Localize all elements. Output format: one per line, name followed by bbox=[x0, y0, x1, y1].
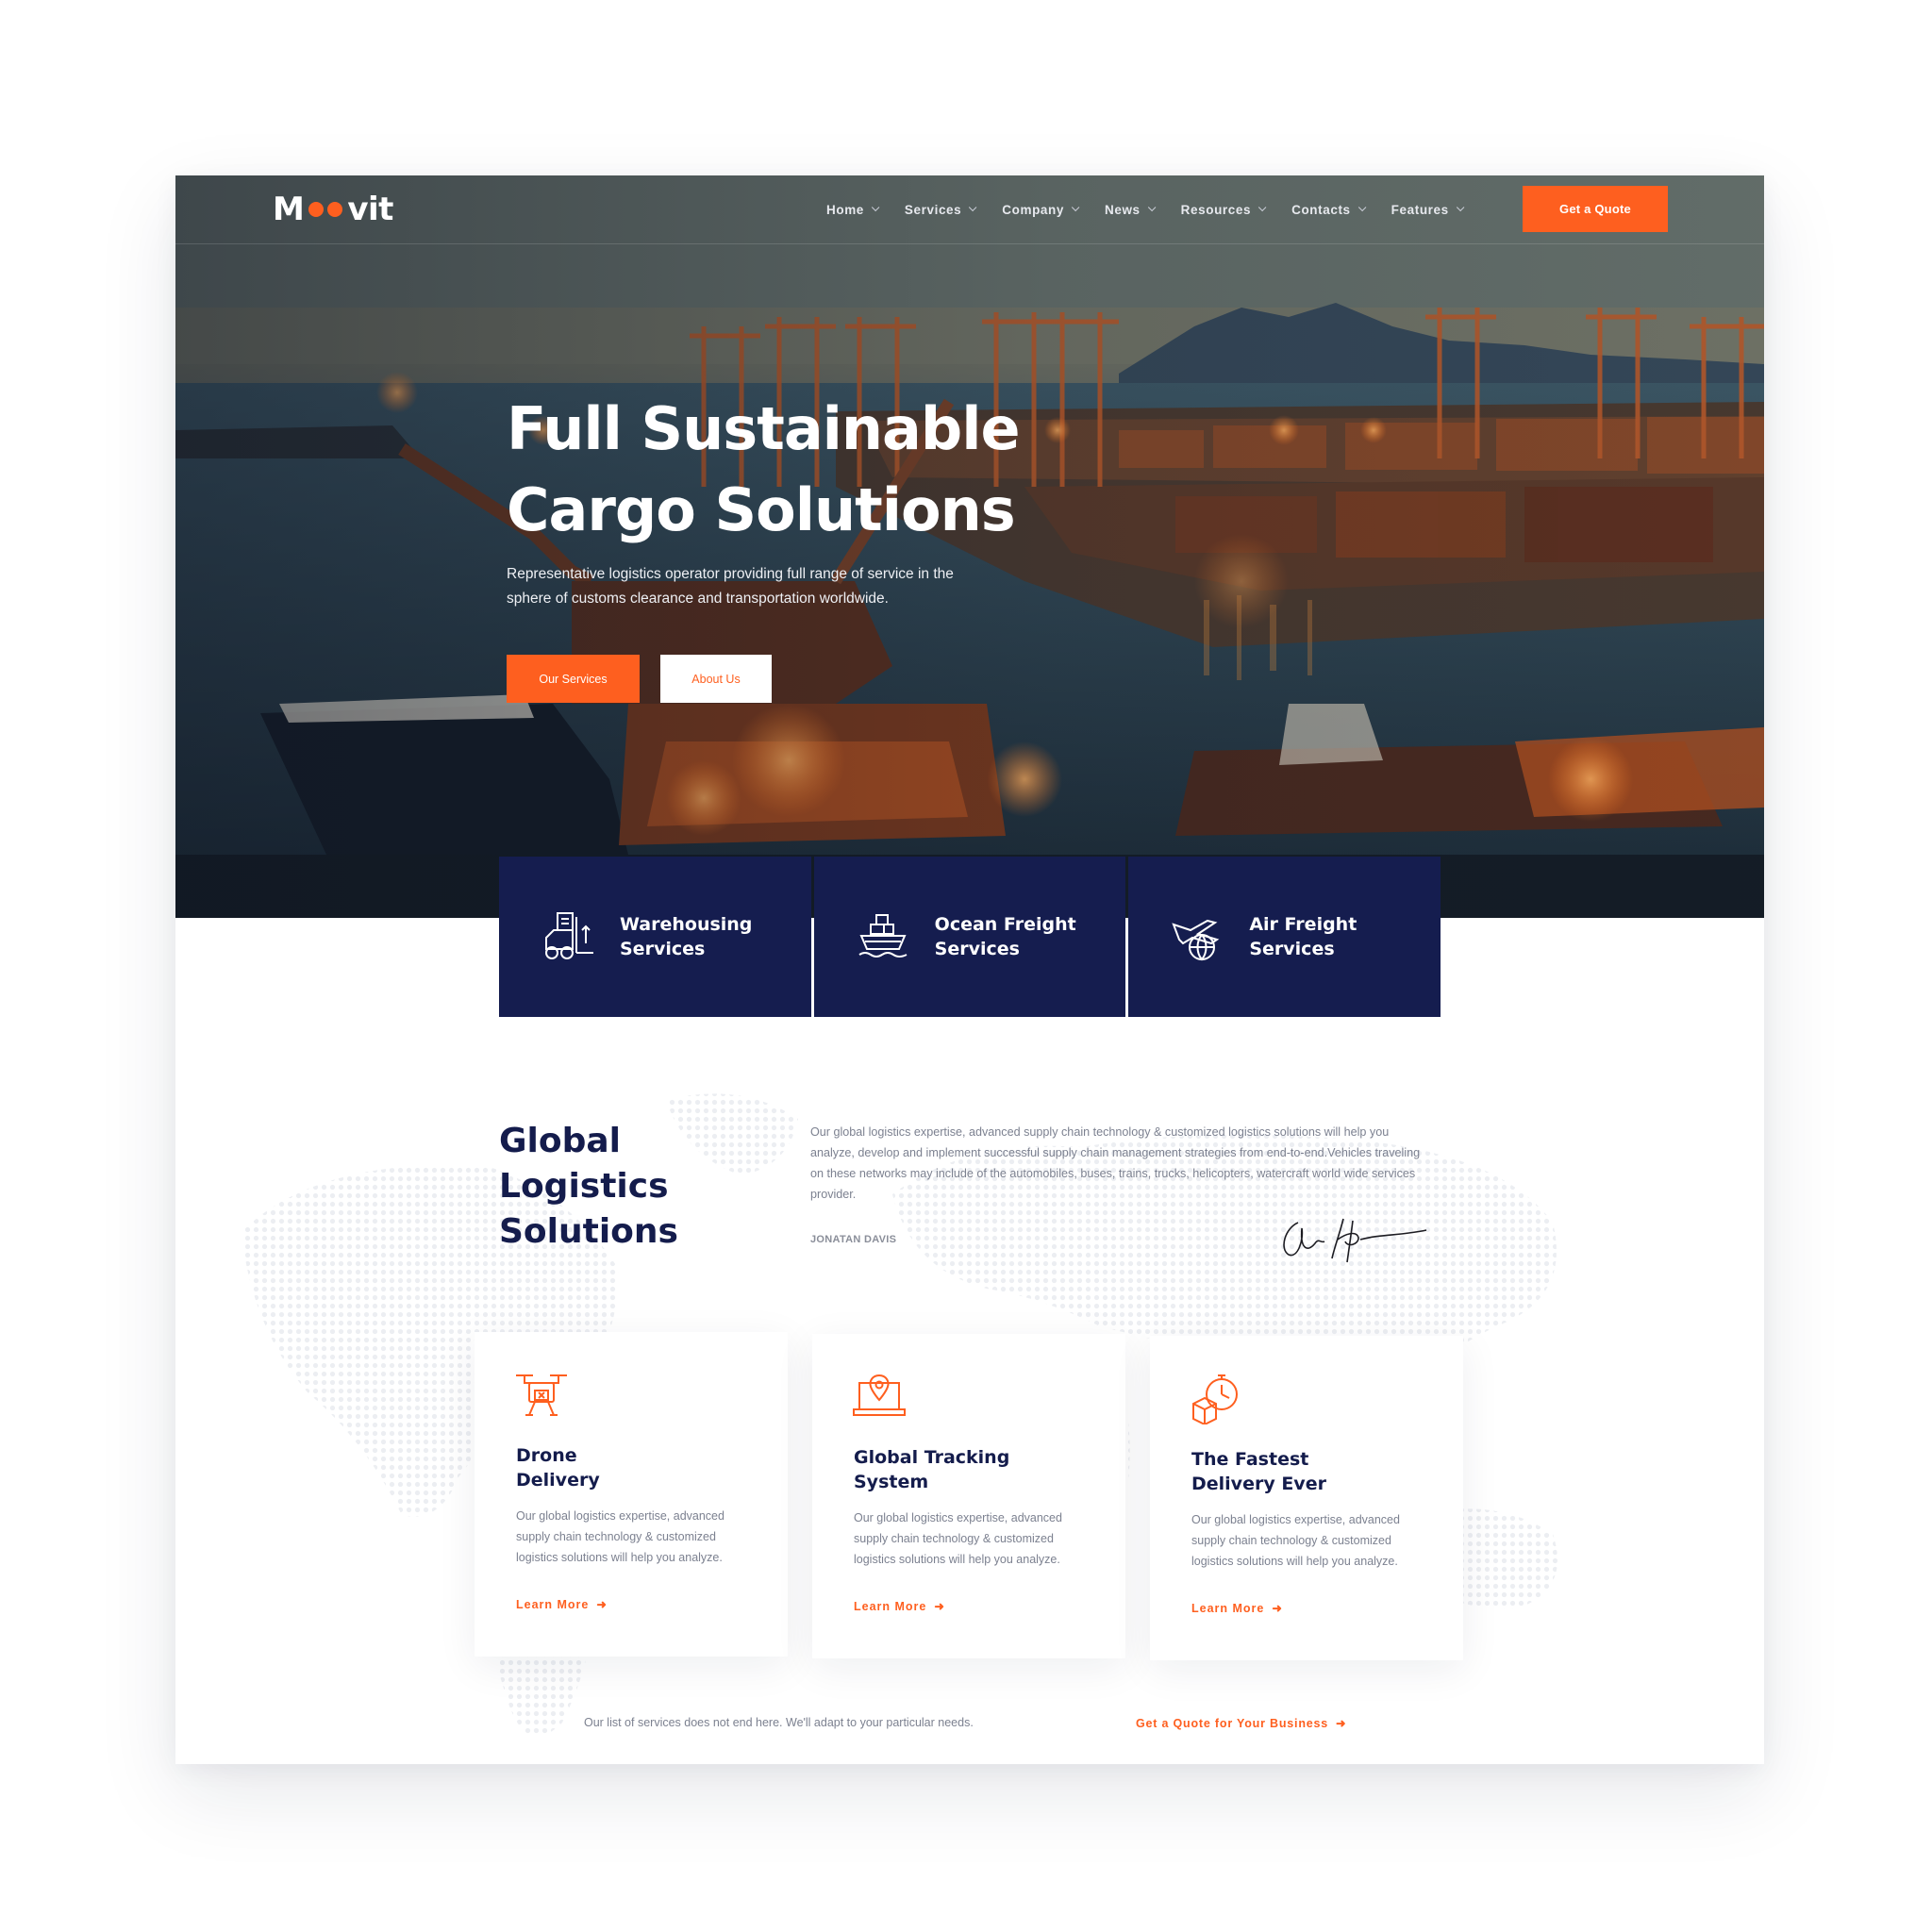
cargo-ship-icon bbox=[858, 914, 908, 958]
nav-item-label: Contacts bbox=[1291, 202, 1351, 217]
chevron-down-icon bbox=[871, 203, 880, 212]
intro-title: Global Logistics Solutions bbox=[499, 1119, 782, 1255]
learn-more-link[interactable]: Learn More ➜ bbox=[516, 1597, 608, 1612]
logo-text-left: M bbox=[273, 191, 305, 228]
signature-image bbox=[1283, 1218, 1427, 1263]
learn-more-label: Learn More bbox=[854, 1599, 927, 1613]
nav-item-label: News bbox=[1105, 202, 1141, 217]
service-tile-label: Warehousing Services bbox=[620, 912, 780, 961]
service-tile-ocean-freight[interactable]: Ocean Freight Services bbox=[813, 857, 1126, 1017]
arrow-right-icon: ➜ bbox=[934, 1600, 945, 1613]
card-description: Our global logistics expertise, advanced… bbox=[1191, 1513, 1400, 1568]
card-title-line2: Delivery Ever bbox=[1191, 1474, 1326, 1494]
top-navigation: M vit Home Services Company News Resourc… bbox=[175, 175, 1764, 244]
card-title-line1: Drone bbox=[516, 1445, 577, 1466]
service-tile-line2: Services bbox=[934, 939, 1020, 959]
chevron-down-icon bbox=[1147, 203, 1157, 212]
hero-title-line1: Full Sustainable bbox=[507, 394, 1021, 463]
hero-title: Full Sustainable Cargo Solutions bbox=[507, 389, 1035, 551]
card-title-line1: Global Tracking bbox=[854, 1447, 1010, 1468]
service-tile-label: Air Freight Services bbox=[1249, 912, 1409, 961]
intro-paragraph: Our global logistics expertise, advanced… bbox=[810, 1125, 1421, 1201]
service-tile-line1: Warehousing bbox=[620, 914, 753, 935]
arrow-right-icon: ➜ bbox=[1272, 1602, 1283, 1615]
learn-more-label: Learn More bbox=[1191, 1601, 1265, 1615]
service-tile-line2: Services bbox=[1249, 939, 1335, 959]
nav-item-news[interactable]: News bbox=[1105, 199, 1157, 220]
logo-text-right: vit bbox=[347, 191, 393, 228]
nav-item-company[interactable]: Company bbox=[1002, 199, 1080, 220]
arrow-right-icon: ➜ bbox=[1336, 1717, 1347, 1730]
card-title: Drone Delivery bbox=[516, 1443, 705, 1492]
service-tile-line1: Ocean Freight bbox=[934, 914, 1076, 935]
forklift-icon bbox=[545, 912, 593, 959]
hero-section: M vit Home Services Company News Resourc… bbox=[175, 175, 1764, 918]
chevron-down-icon bbox=[1257, 203, 1267, 212]
main-menu: Home Services Company News Resources Con… bbox=[826, 199, 1490, 220]
laptop-location-icon bbox=[853, 1374, 906, 1416]
hero-subtitle: Representative logistics operator provid… bbox=[507, 566, 954, 607]
intro-title-line2: Solutions bbox=[499, 1212, 678, 1251]
learn-more-label: Learn More bbox=[516, 1597, 590, 1611]
card-title-line2: Delivery bbox=[516, 1470, 600, 1491]
brand-logo[interactable]: M vit bbox=[273, 191, 393, 228]
learn-more-link[interactable]: Learn More ➜ bbox=[854, 1599, 945, 1614]
chevron-down-icon bbox=[1456, 203, 1465, 212]
nav-item-home[interactable]: Home bbox=[826, 199, 880, 220]
nav-item-services[interactable]: Services bbox=[904, 199, 977, 220]
page-frame: M vit Home Services Company News Resourc… bbox=[175, 175, 1764, 1764]
airplane-globe-icon bbox=[1172, 919, 1220, 961]
service-tile-label: Ocean Freight Services bbox=[935, 912, 1095, 961]
learn-more-link[interactable]: Learn More ➜ bbox=[1191, 1601, 1283, 1616]
service-tile-warehousing[interactable]: Warehousing Services bbox=[499, 857, 811, 1017]
about-us-button[interactable]: About Us bbox=[660, 655, 772, 703]
hero-title-line2: Cargo Solutions bbox=[507, 475, 1016, 544]
card-title: Global Tracking System bbox=[854, 1445, 1042, 1494]
card-title-line1: The Fastest bbox=[1191, 1449, 1309, 1470]
logo-dots-icon bbox=[308, 202, 343, 217]
card-title: The Fastest Delivery Ever bbox=[1191, 1447, 1380, 1496]
chevron-down-icon bbox=[1071, 203, 1080, 212]
nav-item-label: Features bbox=[1391, 202, 1449, 217]
intro-title-line1: Global Logistics bbox=[499, 1122, 669, 1206]
get-a-quote-button[interactable]: Get a Quote bbox=[1523, 186, 1668, 232]
service-tile-line2: Services bbox=[620, 939, 706, 959]
service-tile-air-freight[interactable]: Air Freight Services bbox=[1128, 857, 1441, 1017]
nav-item-label: Resources bbox=[1180, 202, 1252, 217]
services-note: Our list of services does not end here. … bbox=[584, 1716, 974, 1729]
card-title-line2: System bbox=[854, 1472, 929, 1492]
service-tile-line1: Air Freight bbox=[1249, 914, 1357, 935]
feature-card-drone-delivery: Drone Delivery Our global logistics expe… bbox=[475, 1332, 788, 1657]
service-highlights: Warehousing Services Ocean Freight Servi… bbox=[499, 857, 1441, 1017]
arrow-right-icon: ➜ bbox=[596, 1598, 608, 1611]
drone-icon bbox=[516, 1374, 567, 1416]
feature-card-global-tracking: Global Tracking System Our global logist… bbox=[812, 1334, 1125, 1658]
get-quote-business-link[interactable]: Get a Quote for Your Business ➜ bbox=[1136, 1716, 1347, 1731]
get-quote-business-label: Get a Quote for Your Business bbox=[1136, 1716, 1329, 1730]
author-name: JONATAN DAVIS bbox=[810, 1234, 897, 1245]
nav-item-label: Home bbox=[826, 202, 864, 217]
nav-item-features[interactable]: Features bbox=[1391, 199, 1465, 220]
card-description: Our global logistics expertise, advanced… bbox=[854, 1511, 1062, 1566]
card-description: Our global logistics expertise, advanced… bbox=[516, 1509, 724, 1564]
chevron-down-icon bbox=[1357, 203, 1367, 212]
nav-item-contacts[interactable]: Contacts bbox=[1291, 199, 1367, 220]
nav-item-label: Company bbox=[1002, 202, 1064, 217]
chevron-down-icon bbox=[969, 203, 977, 212]
our-services-button[interactable]: Our Services bbox=[507, 655, 640, 703]
feature-card-fastest-delivery: The Fastest Delivery Ever Our global log… bbox=[1150, 1336, 1463, 1660]
stopwatch-box-icon bbox=[1192, 1374, 1238, 1424]
nav-item-label: Services bbox=[904, 202, 962, 217]
nav-item-resources[interactable]: Resources bbox=[1180, 199, 1267, 220]
